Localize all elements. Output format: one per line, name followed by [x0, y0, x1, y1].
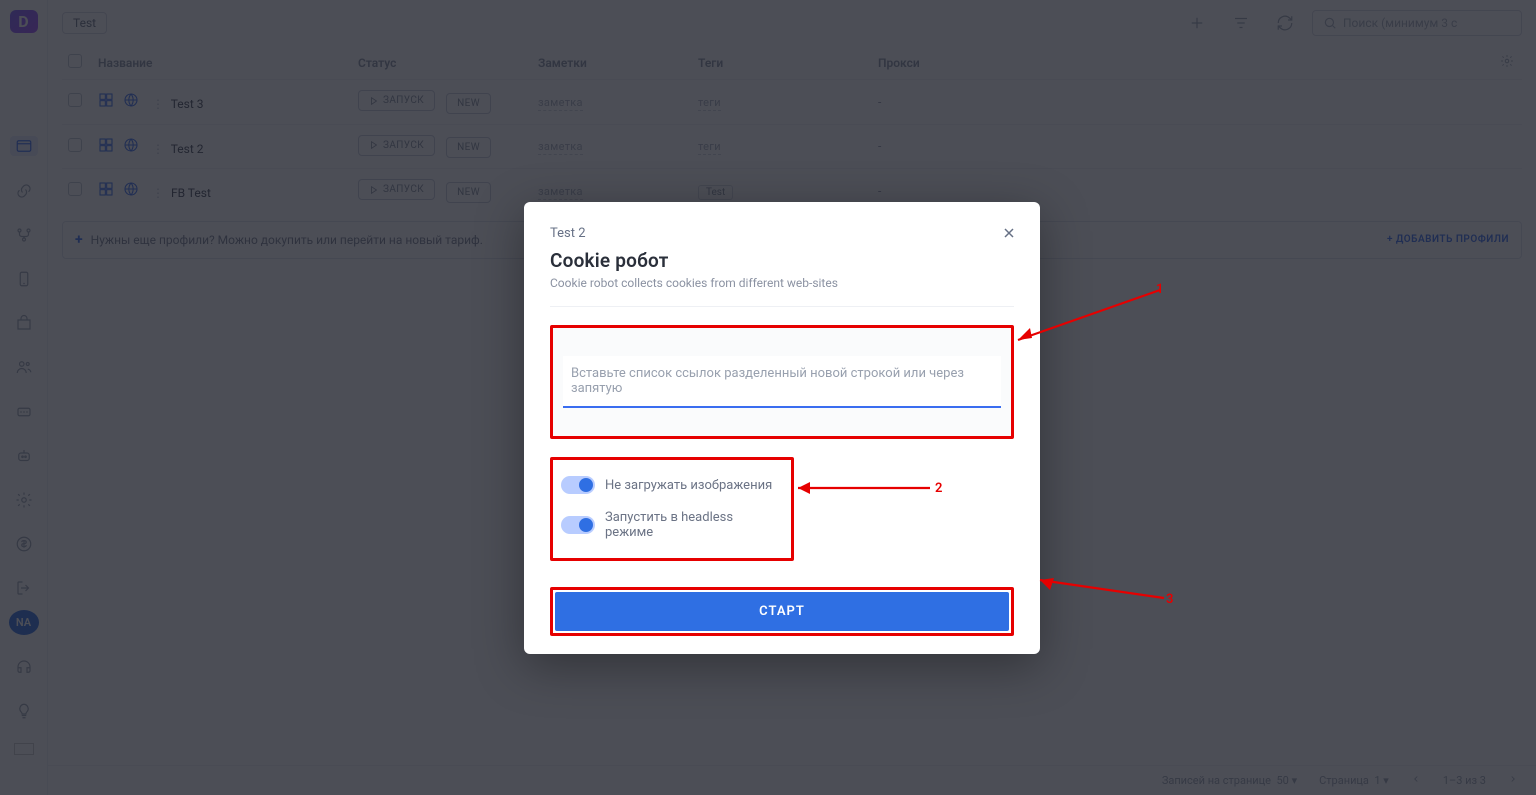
- modal-description: Cookie robot collects cookies from diffe…: [550, 276, 1014, 290]
- toggle-no-images-label: Не загружать изображения: [605, 478, 772, 493]
- modal-title: Cookie робот: [550, 249, 1014, 272]
- annotation-label-3: 3: [1166, 592, 1173, 607]
- toggle-no-images[interactable]: [561, 476, 595, 494]
- annotation-label-1: 1: [1156, 282, 1163, 297]
- urls-textarea[interactable]: Вставьте список ссылок разделенный новой…: [563, 356, 1001, 408]
- toggle-headless-label: Запустить в headless режиме: [605, 510, 783, 540]
- start-button[interactable]: СТАРТ: [555, 592, 1009, 631]
- annotation-box-2: Не загружать изображения Запустить в hea…: [550, 457, 794, 561]
- annotation-label-2: 2: [935, 481, 942, 496]
- cookie-robot-modal: Test 2 Cookie робот Cookie robot collect…: [524, 202, 1040, 654]
- toggle-headless[interactable]: [561, 516, 595, 534]
- annotation-box-1: Вставьте список ссылок разделенный новой…: [550, 325, 1014, 439]
- close-button[interactable]: [998, 222, 1020, 244]
- close-icon: [1001, 225, 1017, 241]
- annotation-box-3: СТАРТ: [550, 587, 1014, 636]
- modal-profile-name: Test 2: [550, 226, 1014, 241]
